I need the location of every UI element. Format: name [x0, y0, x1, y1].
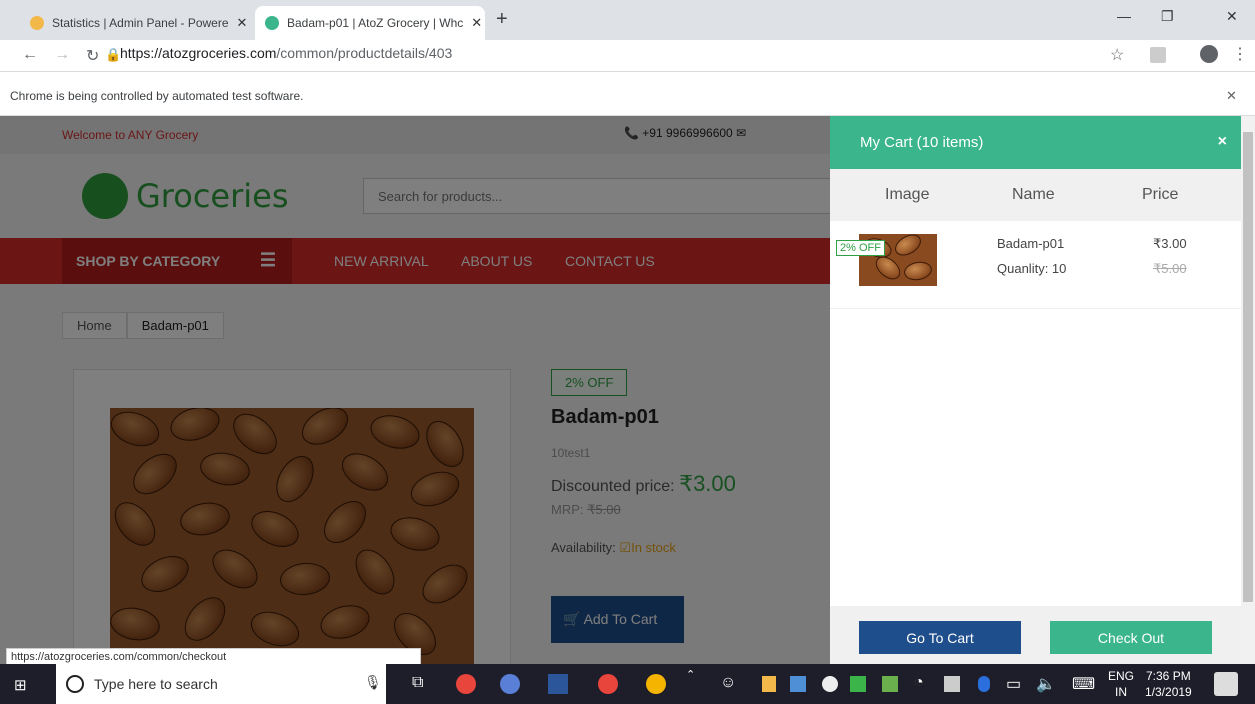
- people-icon[interactable]: ☺: [720, 674, 736, 692]
- tray-app-icon[interactable]: [790, 676, 806, 692]
- cart-close-icon[interactable]: ×: [1218, 133, 1227, 151]
- col-image: Image: [885, 186, 930, 203]
- close-tab-icon[interactable]: ✕: [237, 15, 248, 31]
- col-name: Name: [1012, 186, 1055, 203]
- tab-statistics[interactable]: Statistics | Admin Panel - Powere ✕: [20, 6, 255, 40]
- chrome-icon[interactable]: [646, 674, 666, 694]
- infobar-text: Chrome is being controlled by automated …: [10, 89, 304, 103]
- infobar-close-icon[interactable]: ✕: [1226, 88, 1237, 104]
- url-host: https://atozgroceries.com: [120, 45, 277, 61]
- tray-app-icon[interactable]: [762, 676, 776, 692]
- language-indicator[interactable]: ENG IN: [1108, 668, 1134, 700]
- word-icon[interactable]: [548, 674, 568, 694]
- close-tab-icon[interactable]: ✕: [471, 15, 482, 31]
- site-favicon-icon: [30, 16, 44, 30]
- bluetooth-icon[interactable]: [978, 676, 990, 692]
- cart-column-headers: Image Name Price: [830, 169, 1241, 221]
- almond-shape: [902, 259, 934, 283]
- cart-panel: My Cart (10 items) × Image Name Price 2%…: [830, 116, 1241, 664]
- cart-item-mrp: ₹5.00: [1153, 261, 1187, 276]
- site-favicon-icon: [265, 16, 279, 30]
- notification-icon[interactable]: [1214, 672, 1238, 696]
- cart-title: My Cart (10 items): [860, 134, 984, 151]
- cart-item-offer-badge: 2% OFF: [836, 240, 885, 256]
- lock-icon: 🔒: [105, 47, 122, 62]
- new-tab-button[interactable]: +: [496, 8, 508, 31]
- tray-app-icon[interactable]: [882, 676, 898, 692]
- tray-expand-icon[interactable]: ⌃: [686, 668, 695, 681]
- volume-icon[interactable]: 🔈: [1036, 674, 1056, 694]
- taskbar-search-label: Type here to search: [94, 676, 218, 692]
- app-icon[interactable]: [500, 674, 520, 694]
- check-out-button[interactable]: Check Out: [1050, 621, 1212, 654]
- tray-app-icon[interactable]: [850, 676, 866, 692]
- scrollbar-thumb[interactable]: [1243, 132, 1253, 602]
- close-window-button[interactable]: ✕: [1226, 8, 1238, 25]
- chrome-icon[interactable]: [456, 674, 476, 694]
- profile-icon[interactable]: [1200, 45, 1218, 63]
- microphone-icon[interactable]: 🎙: [364, 674, 382, 691]
- windows-start-icon[interactable]: ⊞: [14, 676, 30, 694]
- tab-label: Statistics | Admin Panel - Powere: [52, 16, 229, 30]
- minimize-button[interactable]: —: [1117, 8, 1131, 24]
- menu-dots-icon[interactable]: ⋮: [1232, 44, 1248, 64]
- almond-shape: [891, 234, 925, 260]
- automation-infobar: Chrome is being controlled by automated …: [0, 78, 1255, 116]
- clock-date: 1/3/2019: [1145, 685, 1192, 699]
- cart-item-price: ₹3.00: [1153, 236, 1187, 251]
- cart-item-name: Badam-p01: [997, 236, 1065, 251]
- battery-icon[interactable]: ▭: [1006, 674, 1021, 694]
- tab-label: Badam-p01 | AtoZ Grocery | Whc: [287, 16, 464, 30]
- chrome-icon[interactable]: [598, 674, 618, 694]
- taskbar: ⊞ Type here to search 🎙 ⧉ ⌃ ☺ ◔ ▭ 🔈 ⌨ EN…: [0, 664, 1255, 704]
- reload-icon[interactable]: ↻: [86, 46, 99, 66]
- cortana-icon: [66, 675, 84, 693]
- tab-badam[interactable]: Badam-p01 | AtoZ Grocery | Whc ✕: [255, 6, 485, 40]
- restore-button[interactable]: ❐: [1161, 8, 1174, 25]
- task-view-icon[interactable]: ⧉: [412, 674, 423, 692]
- cart-header: My Cart (10 items): [830, 116, 1241, 169]
- lang-line2: IN: [1115, 685, 1127, 699]
- url-path: /common/productdetails/403: [276, 45, 453, 61]
- clock-time: 7:36 PM: [1146, 669, 1191, 683]
- cart-item-quantity: Quanlity: 10: [997, 261, 1067, 276]
- url-field[interactable]: https://atozgroceries.com/common/product…: [120, 45, 452, 61]
- forward-icon[interactable]: →: [54, 46, 70, 64]
- bookmark-star-icon[interactable]: ☆: [1110, 45, 1124, 65]
- taskbar-search[interactable]: Type here to search: [56, 664, 386, 704]
- shield-icon[interactable]: [944, 676, 960, 692]
- clock[interactable]: 7:36 PM 1/3/2019: [1145, 668, 1192, 700]
- go-to-cart-button[interactable]: Go To Cart: [859, 621, 1021, 654]
- lang-line1: ENG: [1108, 669, 1135, 683]
- cart-footer: Go To Cart Check Out: [830, 606, 1241, 664]
- col-price: Price: [1142, 186, 1179, 203]
- back-icon[interactable]: ←: [22, 46, 38, 64]
- tray-app-icon[interactable]: [822, 676, 838, 692]
- extension-icon[interactable]: [1150, 47, 1166, 63]
- keyboard-icon[interactable]: ⌨: [1072, 674, 1095, 694]
- network-icon[interactable]: ◔: [914, 674, 924, 692]
